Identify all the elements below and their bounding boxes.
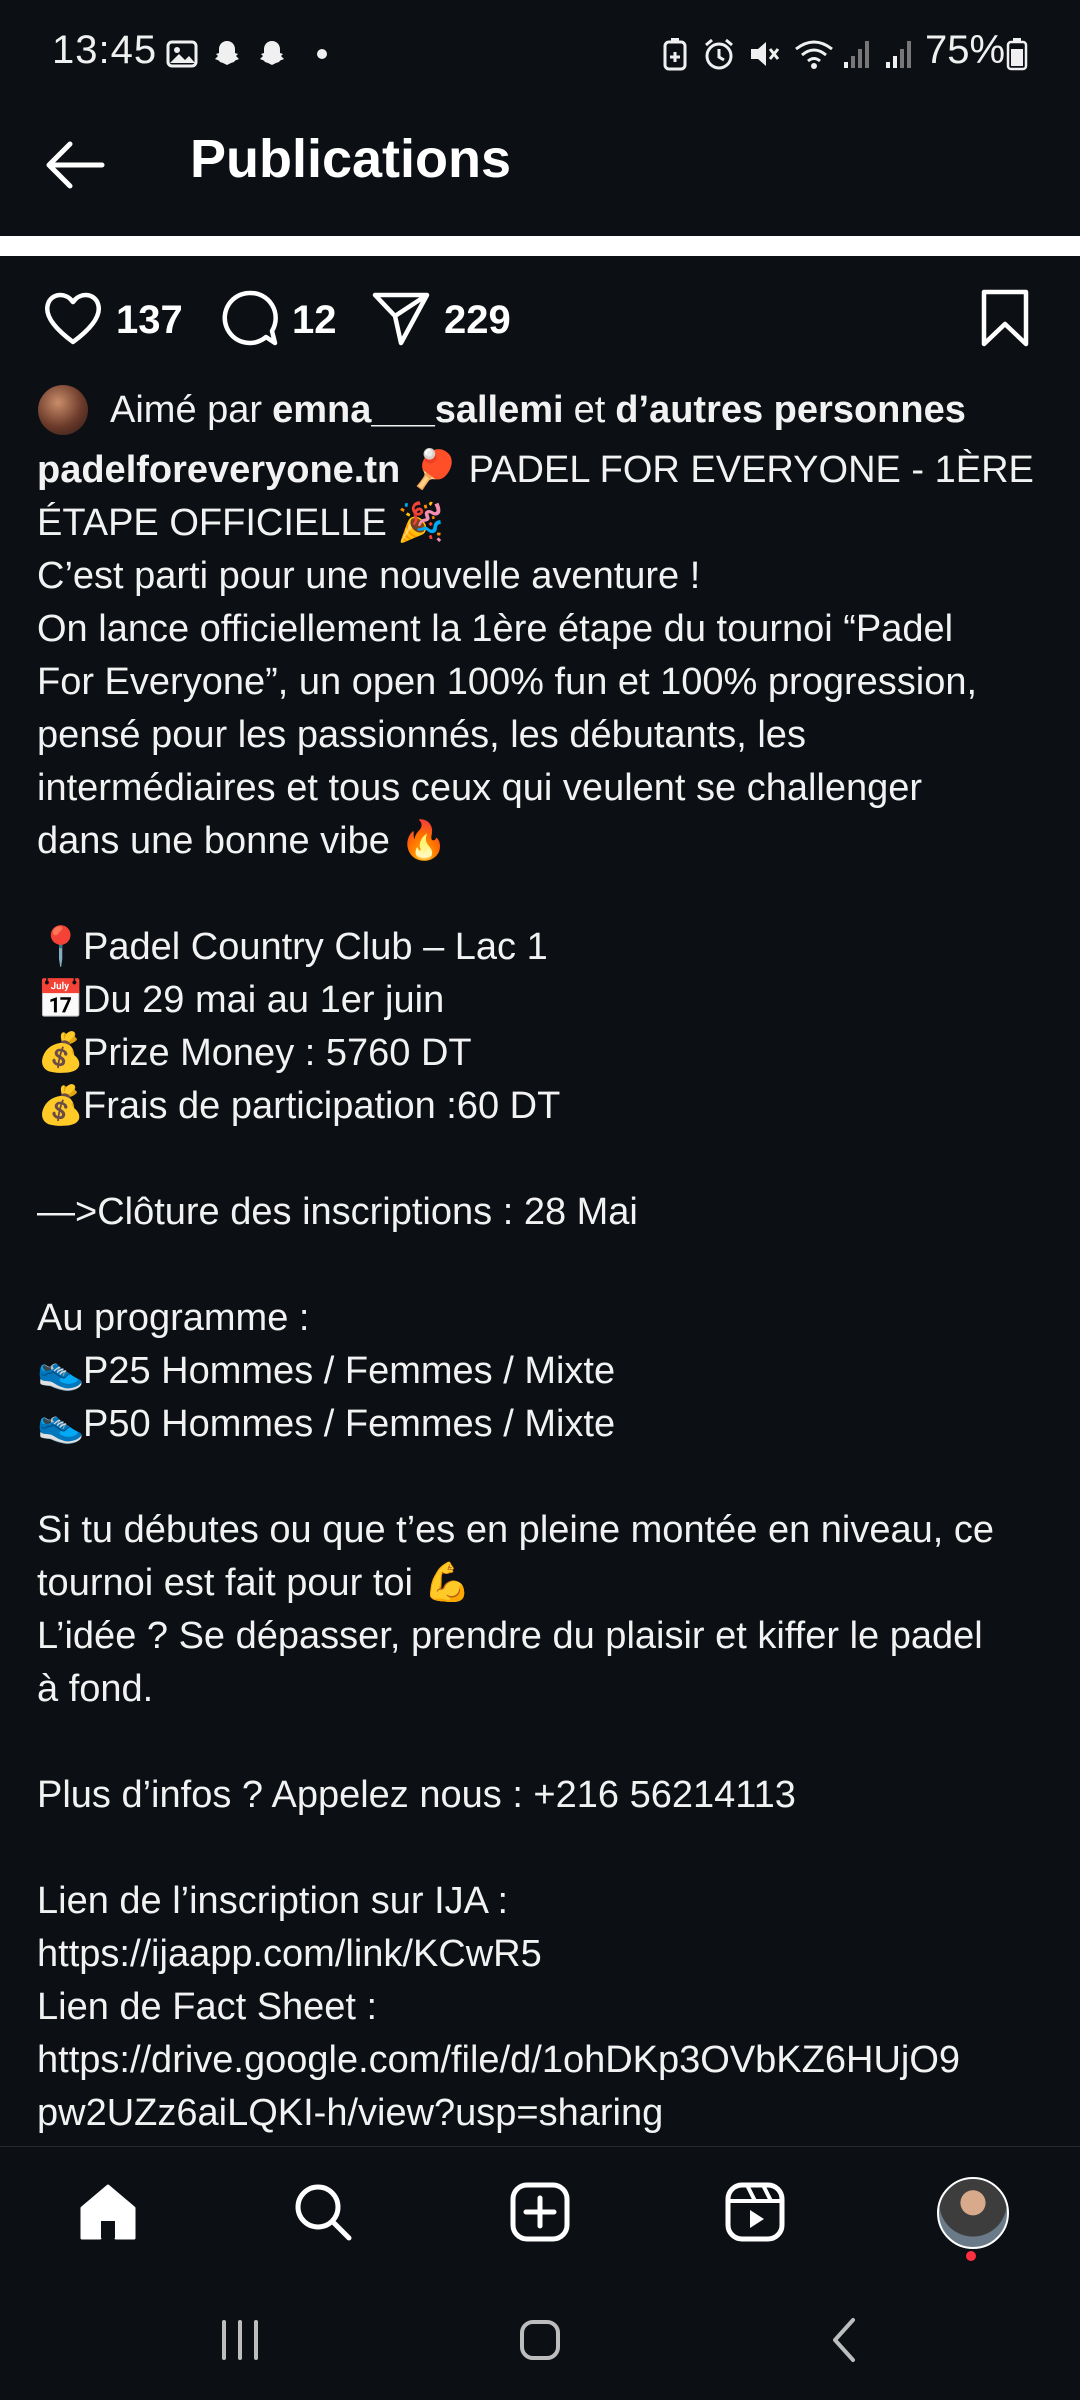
caption-p25: P25 Hommes / Femmes / Mixte xyxy=(83,1350,616,1392)
shoe-emoji: 👟 xyxy=(37,1350,85,1392)
fire-emoji: 🔥 xyxy=(400,820,448,862)
home-button-icon[interactable] xyxy=(510,2310,570,2370)
send-icon xyxy=(370,287,432,354)
comment-button[interactable]: 12 xyxy=(218,285,337,355)
back-icon[interactable] xyxy=(815,2310,875,2370)
caption-line: Si tu débutes ou que t’es en pleine mont… xyxy=(37,1509,995,1551)
heart-icon xyxy=(42,289,104,352)
share-count: 229 xyxy=(444,297,511,342)
fact-sheet-link[interactable]: pw2UZz6aiLQKI-h/view?usp=sharing xyxy=(37,2087,1047,2140)
fact-sheet-link[interactable]: https://drive.google.com/file/d/1ohDKp3O… xyxy=(37,2034,1047,2087)
bookmark-icon xyxy=(978,287,1032,354)
liked-by[interactable]: Aimé par emna___sallemi et d’autres pers… xyxy=(38,380,966,440)
home-icon[interactable] xyxy=(68,2172,148,2252)
caption-title: PADEL FOR EVERYONE - 1ÈRE xyxy=(458,449,1034,491)
battery-saver-icon xyxy=(658,36,692,72)
back-arrow-icon[interactable] xyxy=(40,130,110,200)
caption-programme: Au programme : xyxy=(37,1297,310,1339)
save-button[interactable] xyxy=(978,285,1032,355)
signal-icon xyxy=(840,36,874,72)
caption-line: pensé pour les passionnés, les débutants… xyxy=(37,714,806,756)
caption-username[interactable]: padelforeveryone.tn xyxy=(37,449,400,491)
comment-count: 12 xyxy=(292,297,337,342)
caption-line: For Everyone”, un open 100% fun et 100% … xyxy=(37,661,978,703)
caption-line: On lance officiellement la 1ère étape du… xyxy=(37,608,954,650)
liked-by-prefix: Aimé par xyxy=(110,388,263,431)
like-count: 137 xyxy=(116,297,183,342)
status-time: 13:45 xyxy=(52,28,158,72)
caption-line: dans une bonne vibe xyxy=(37,820,390,862)
avatar[interactable] xyxy=(38,385,88,435)
comment-icon xyxy=(218,287,280,354)
notification-dot xyxy=(966,2251,976,2261)
liked-by-middle: et xyxy=(573,388,606,431)
money-bag-emoji: 💰 xyxy=(37,1085,85,1127)
caption-fact-label: Lien de Fact Sheet : xyxy=(37,1986,378,2028)
money-bag-emoji: 💰 xyxy=(37,1032,85,1074)
caption-line: C’est parti pour une nouvelle aventure ! xyxy=(37,555,701,597)
caption-ija-label: Lien de l’inscription sur IJA : xyxy=(37,1880,509,1922)
caption-phone: Plus d’infos ? Appelez nous : +216 56214… xyxy=(37,1774,796,1816)
reels-icon[interactable] xyxy=(715,2172,795,2252)
caption-p50: P50 Hommes / Femmes / Mixte xyxy=(83,1403,616,1445)
gallery-icon xyxy=(165,36,199,72)
caption-title-2: ÉTAPE OFFICIELLE xyxy=(37,502,387,544)
like-button[interactable]: 137 xyxy=(42,285,183,355)
caption-location: Padel Country Club – Lac 1 xyxy=(83,926,548,968)
caption-line: tournoi est fait pour toi xyxy=(37,1562,413,1604)
shoe-emoji: 👟 xyxy=(37,1403,85,1445)
mute-icon xyxy=(745,36,783,72)
caption-line: intermédiaires et tous ceux qui veulent … xyxy=(37,767,923,809)
snapchat-icon xyxy=(255,36,289,72)
search-icon[interactable] xyxy=(283,2172,363,2252)
party-emoji: 🎉 xyxy=(397,502,445,544)
snapchat-icon xyxy=(210,36,244,72)
liked-by-user[interactable]: emna___sallemi xyxy=(272,389,564,432)
caption-cloture: —>Clôture des inscriptions : 28 Mai xyxy=(37,1191,638,1233)
post-image[interactable] xyxy=(0,236,1080,256)
battery-percent: 75% xyxy=(925,28,1006,72)
share-button[interactable]: 229 xyxy=(370,285,511,355)
post-caption: padelforeveryone.tn 🏓 PADEL FOR EVERYONE… xyxy=(37,444,1047,2140)
profile-avatar[interactable] xyxy=(937,2177,1009,2249)
racket-emoji: 🏓 xyxy=(410,449,459,491)
pin-emoji: 📍 xyxy=(37,926,85,968)
wifi-icon xyxy=(792,36,836,72)
status-bar: 13:45 75% xyxy=(0,0,1080,110)
signal-icon xyxy=(882,36,916,72)
caption-line: à fond. xyxy=(37,1668,154,1710)
caption-fees: Frais de participation :60 DT xyxy=(83,1085,561,1127)
battery-icon xyxy=(1004,36,1030,72)
caption-dates: Du 29 mai au 1er juin xyxy=(83,979,445,1021)
recents-icon[interactable] xyxy=(210,2312,270,2368)
alarm-icon xyxy=(700,36,738,72)
caption-prize: Prize Money : 5760 DT xyxy=(83,1032,472,1074)
ija-link[interactable]: https://ijaapp.com/link/KCwR5 xyxy=(37,1928,1047,1981)
muscle-emoji: 💪 xyxy=(423,1562,471,1604)
liked-by-others[interactable]: d’autres personnes xyxy=(615,389,966,432)
page-title: Publications xyxy=(190,129,512,189)
dot-icon xyxy=(312,36,332,72)
calendar-emoji: 📅 xyxy=(37,979,85,1021)
create-icon[interactable] xyxy=(500,2172,580,2252)
caption-line: L’idée ? Se dépasser, prendre du plaisir… xyxy=(37,1615,983,1657)
